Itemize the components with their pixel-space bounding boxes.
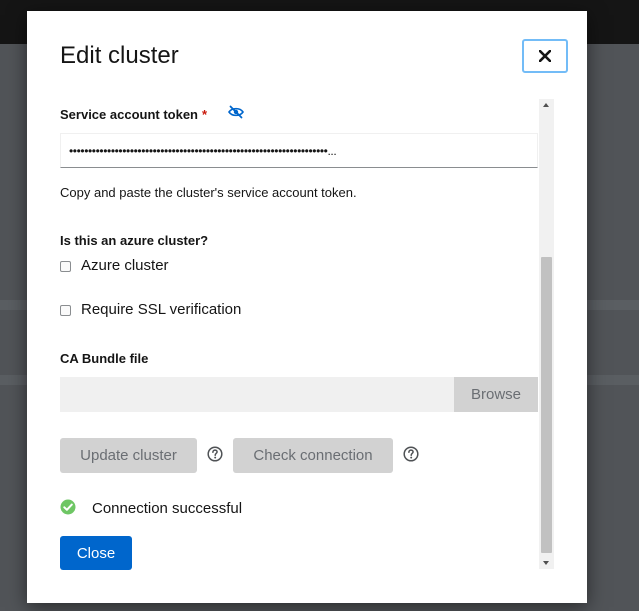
azure-question: Is this an azure cluster?: [60, 233, 209, 248]
connection-status: Connection successful: [60, 499, 242, 520]
connection-status-text: Connection successful: [92, 500, 243, 517]
modal-body[interactable]: Service account token * •••••••••••••••••…: [60, 99, 538, 569]
modal-close-button[interactable]: [522, 39, 568, 73]
scroll-down-arrow-icon[interactable]: [543, 561, 549, 565]
require-ssl-checkbox[interactable]: [60, 305, 71, 316]
ca-bundle-label: CA Bundle file: [60, 351, 149, 366]
token-label-text: Service account token: [60, 107, 198, 122]
token-input[interactable]: ••••••••••••••••••••••••••••••••••••••••…: [60, 133, 538, 168]
require-ssl-label[interactable]: Require SSL verification: [81, 301, 241, 318]
ca-bundle-file-input[interactable]: Browse: [60, 377, 538, 412]
close-icon: [539, 50, 551, 62]
check-connection-button[interactable]: Check connection: [233, 438, 393, 473]
close-button[interactable]: Close: [60, 536, 132, 570]
check-connection-help-icon[interactable]: [403, 446, 419, 467]
token-helper-text: Copy and paste the cluster's service acc…: [60, 185, 357, 200]
update-cluster-button[interactable]: Update cluster: [60, 438, 197, 473]
azure-cluster-label[interactable]: Azure cluster: [81, 257, 169, 274]
browse-button[interactable]: Browse: [454, 377, 538, 412]
token-label: Service account token *: [60, 107, 207, 122]
edit-cluster-modal: Edit cluster Service account token * ••••…: [27, 11, 587, 603]
azure-cluster-checkbox[interactable]: [60, 261, 71, 272]
token-value: ••••••••••••••••••••••••••••••••••••••••…: [69, 143, 337, 158]
modal-scrollbar[interactable]: [539, 99, 554, 569]
required-marker: *: [202, 107, 208, 122]
scrollbar-thumb[interactable]: [541, 257, 552, 553]
update-help-icon[interactable]: [207, 446, 223, 467]
modal-title: Edit cluster: [60, 42, 179, 69]
check-circle-icon: [60, 499, 76, 520]
scroll-up-arrow-icon[interactable]: [543, 103, 549, 107]
eye-slash-icon[interactable]: [228, 105, 244, 124]
